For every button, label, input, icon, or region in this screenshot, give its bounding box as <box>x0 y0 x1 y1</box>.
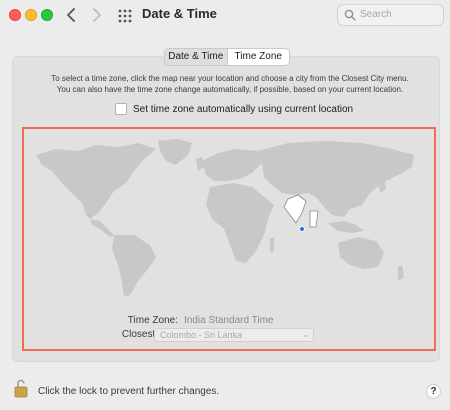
closest-city-value: Colombo - Sri Lanka <box>160 330 243 340</box>
search-placeholder: Search <box>360 9 392 20</box>
auto-timezone-option[interactable]: Set time zone automatically using curren… <box>115 103 353 115</box>
chevron-down-icon: ⌄ <box>302 330 309 339</box>
show-all-grid-icon[interactable] <box>117 8 133 24</box>
south-america-landmass <box>112 235 156 297</box>
uk-landmass <box>196 157 204 171</box>
greenland-landmass <box>158 139 192 165</box>
search-field[interactable]: Search <box>337 4 444 26</box>
asia-landmass <box>258 141 414 217</box>
instructions-line-1: To select a time zone, click the map nea… <box>51 74 409 83</box>
location-pin-icon <box>299 226 305 232</box>
title-bar: Date & Time Search <box>0 0 450 32</box>
close-window-button[interactable] <box>9 9 21 21</box>
time-zone-map-area[interactable]: Time Zone: India Standard Time Closest C… <box>22 127 436 351</box>
time-zone-value: India Standard Time <box>184 315 274 326</box>
lock-message: Click the lock to prevent further change… <box>38 386 220 397</box>
help-button[interactable]: ? <box>426 384 441 399</box>
southeast-asia-islands <box>328 221 364 233</box>
instructions-line-2: You can also have the time zone change a… <box>56 85 404 94</box>
back-chevron-icon[interactable] <box>64 6 80 24</box>
tab-date-time[interactable]: Date & Time <box>165 49 227 65</box>
tab-time-zone[interactable]: Time Zone <box>226 49 289 65</box>
lock-icon[interactable] <box>14 378 28 398</box>
australia-landmass <box>338 237 384 269</box>
north-america-landmass <box>36 143 156 219</box>
time-zone-label: Time Zone: <box>127 315 178 326</box>
auto-timezone-checkbox[interactable] <box>115 103 127 115</box>
world-map[interactable] <box>26 131 432 301</box>
instructions-text: To select a time zone, click the map nea… <box>30 73 430 95</box>
africa-landmass <box>206 183 274 263</box>
europe-landmass <box>202 149 262 181</box>
search-icon <box>344 9 356 21</box>
zoom-window-button[interactable] <box>41 9 53 21</box>
new-zealand-landmass <box>398 265 404 281</box>
selected-timezone-band <box>309 210 319 228</box>
window-title: Date & Time <box>142 6 217 21</box>
madagascar-landmass <box>270 237 274 253</box>
closest-city-select[interactable]: Colombo - Sri Lanka ⌄ <box>154 328 314 342</box>
tab-bar: Date & Time Time Zone <box>164 48 290 66</box>
central-america-landmass <box>90 219 114 237</box>
selected-timezone-region <box>283 194 307 224</box>
auto-timezone-label: Set time zone automatically using curren… <box>133 103 354 115</box>
forward-chevron-icon[interactable] <box>88 6 104 24</box>
minimize-window-button[interactable] <box>25 9 37 21</box>
